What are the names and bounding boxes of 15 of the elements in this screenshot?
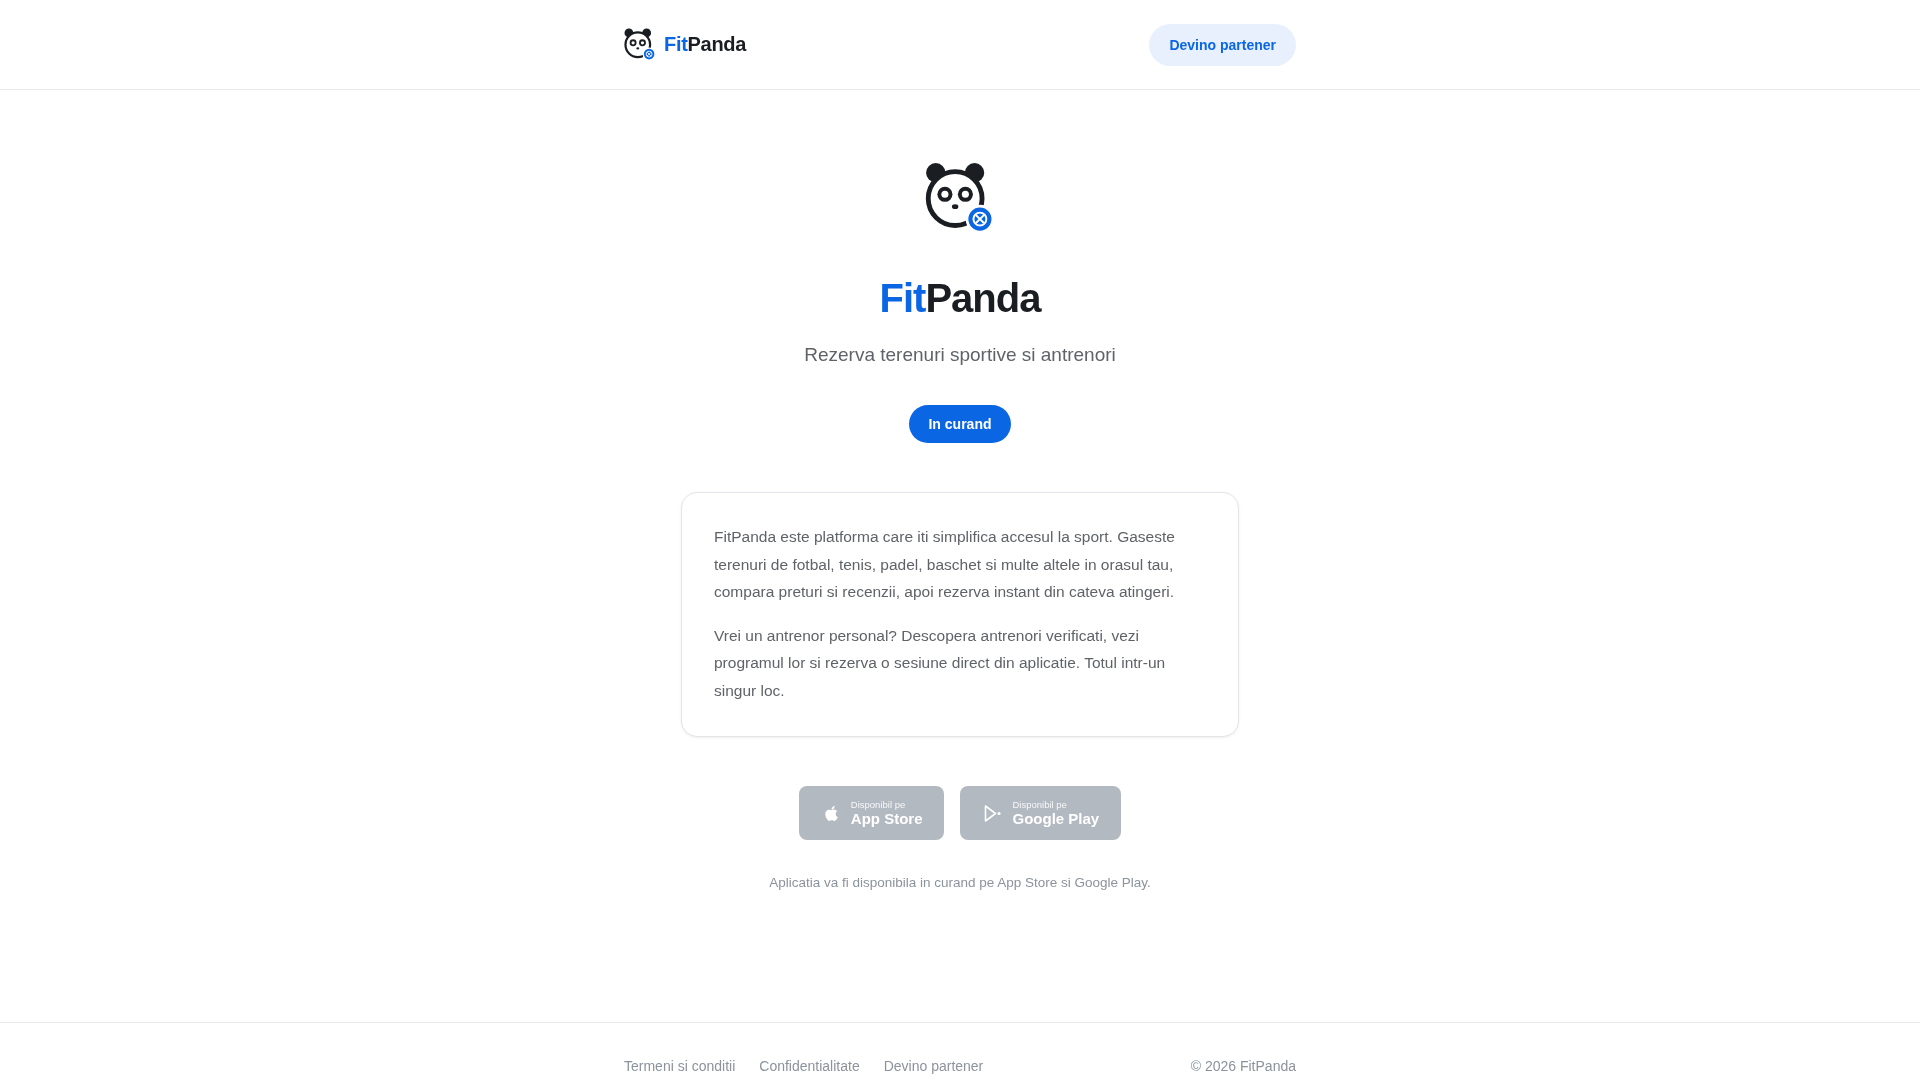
availability-note: Aplicatia va fi disponibila in curand pe App Store si Google Play. — [769, 874, 1151, 893]
hero-title: FitPanda — [879, 275, 1041, 323]
footer-link[interactable]: Termeni si conditii — [624, 1056, 736, 1076]
play-icon — [984, 804, 1002, 822]
about-paragraph: Vrei un antrenor personal? Descopera antrenori verificati, vezi programul lor si rezerva o sesiune direct din aplicatie. Totul intr-un singur loc. — [714, 625, 1167, 701]
footer-link[interactable]: Devino partener — [883, 1056, 984, 1076]
brand-name: FitPanda — [664, 32, 747, 57]
panda-icon — [624, 28, 656, 61]
footer-link[interactable]: Confidentialitate — [759, 1056, 860, 1076]
coming-soon-badge: In curand — [909, 405, 1011, 444]
tagline: Rezerva terenuri sportive si antrenori — [804, 343, 1116, 368]
about-paragraph: FitPanda este platforma care iti simplifica accesul la sport. Gaseste terenuri de fotbal, tenis, padel, baschet si multe altele in orasul tau, compara preturi si recenzii, apoi rezerva instant din cateva atingeri. — [714, 527, 1176, 603]
apple-icon — [822, 804, 840, 822]
copyright-text: © 2026 FitPanda — [1190, 1057, 1296, 1076]
partner-button[interactable]: Devino partener — [1149, 23, 1296, 66]
